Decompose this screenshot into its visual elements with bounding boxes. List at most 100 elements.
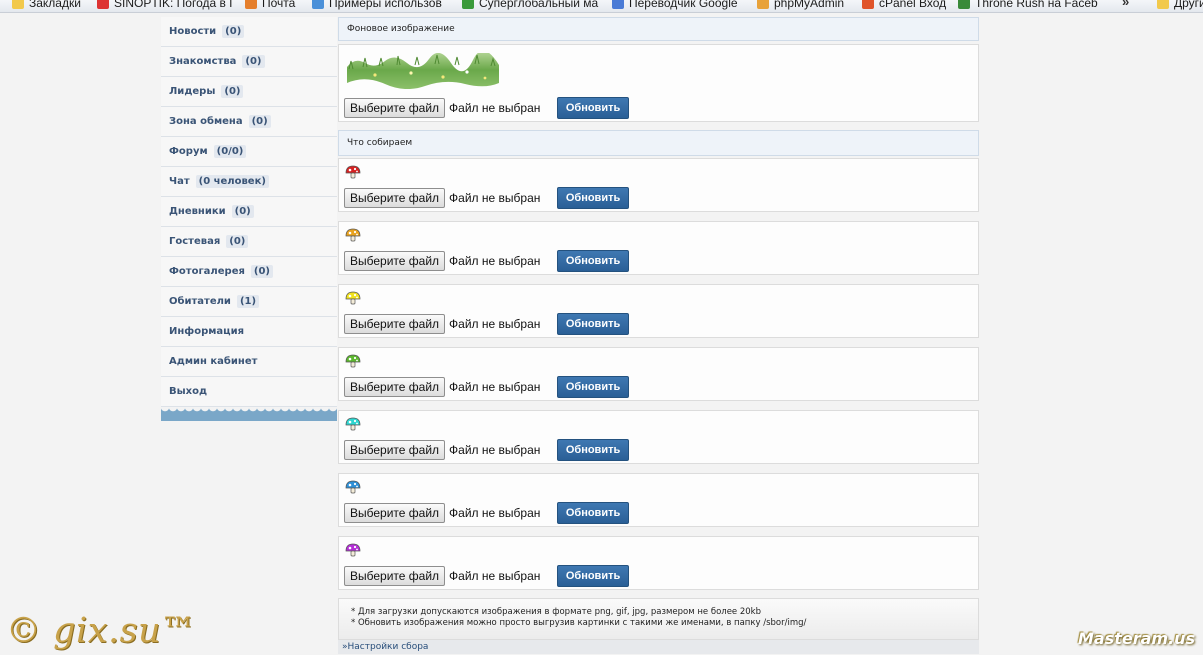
collect-items-list: Выберите файл Файл не выбран Обновить Выбер… — [338, 158, 979, 590]
cpanel-icon — [862, 0, 874, 9]
item-file-status: Файл не выбран — [449, 380, 541, 394]
update-background-button[interactable]: Обновить — [557, 97, 630, 119]
update-item-button[interactable]: Обновить — [557, 187, 630, 209]
choose-item-file-button[interactable]: Выберите файл — [344, 503, 446, 523]
collect-item-panel: Выберите файл Файл не выбран Обновить — [338, 347, 979, 401]
update-item-button[interactable]: Обновить — [557, 376, 630, 398]
bookmark-label: Примеры использов — [329, 0, 442, 10]
sidebar-wave-decoration — [161, 407, 337, 421]
bookmark-label: phpMyAdmin — [774, 0, 845, 10]
mushroom-icon — [345, 291, 361, 305]
update-item-button[interactable]: Обновить — [557, 313, 630, 335]
sidebar-item[interactable]: Форум (0/0) — [161, 137, 337, 167]
bookmark-item[interactable]: Суперглобальный ма — [462, 0, 598, 11]
sidebar-item-count: (0) — [231, 205, 254, 218]
sidebar-item-label: Выход — [169, 386, 208, 397]
sidebar-item[interactable]: Обитатели (1) — [161, 287, 337, 317]
sidebar-item[interactable]: Дневники (0) — [161, 197, 337, 227]
translate-icon — [612, 0, 624, 9]
bookmarks-bar: Другие Throne Rush на Faceb cPanel Вход php… — [0, 0, 1203, 13]
item-file-status: Файл не выбран — [449, 569, 541, 583]
update-item-button[interactable]: Обновить — [557, 502, 630, 524]
sidebar-item[interactable]: Информация — [161, 317, 337, 347]
item-file-status: Файл не выбран — [449, 191, 541, 205]
bookmark-item[interactable]: Throne Rush на Faceb — [958, 0, 1098, 11]
item-file-status: Файл не выбран — [449, 317, 541, 331]
main-content: Фоновое изображение Выберите файл Файл н… — [338, 17, 979, 654]
sidebar-item-count: (0/0) — [213, 145, 247, 158]
sidebar-item-label: Чат — [169, 176, 190, 187]
sidebar-item-label: Новости — [169, 26, 217, 37]
sidebar-item-label: Админ кабинет — [169, 356, 258, 367]
choose-item-file-button[interactable]: Выберите файл — [344, 566, 446, 586]
background-upload-panel: Выберите файл Файл не выбран Обновить — [338, 44, 979, 122]
background-preview-image — [347, 53, 499, 89]
bookmark-item[interactable]: SINOPTIK: Погода в Г — [97, 0, 236, 11]
w-icon — [312, 0, 324, 9]
background-section-title: Фоновое изображение — [338, 17, 979, 41]
bookmark-item[interactable]: phpMyAdmin — [757, 0, 844, 11]
mushroom-icon — [345, 228, 361, 242]
bookmark-item[interactable]: Закладки — [12, 0, 81, 11]
sidebar-item[interactable]: Фотогалерея (0) — [161, 257, 337, 287]
watermark-text: © gix.su™ — [6, 611, 197, 651]
update-item-button[interactable]: Обновить — [557, 439, 630, 461]
bookmark-label: Throne Rush на Faceb — [975, 0, 1098, 10]
bookmark-label: Переводчик Google — [629, 0, 738, 10]
bookmark-label: Суперглобальный ма — [479, 0, 599, 10]
sidebar-item[interactable]: Гостевая (0) — [161, 227, 337, 257]
mushroom-icon — [345, 417, 361, 431]
sidebar-item-label: Гостевая — [169, 236, 221, 247]
choose-item-file-button[interactable]: Выберите файл — [344, 440, 446, 460]
bookmark-label: Почта — [262, 0, 296, 10]
sidebar-item-count: (0) — [222, 25, 245, 38]
bookmark-item[interactable]: Другие — [1157, 0, 1203, 11]
choose-item-file-button[interactable]: Выберите файл — [344, 377, 446, 397]
choose-item-file-button[interactable]: Выберите файл — [344, 251, 446, 271]
mushroom-icon — [345, 480, 361, 494]
check-icon — [462, 0, 474, 9]
sidebar-item[interactable]: Выход — [161, 377, 337, 407]
bookmarks-more-button[interactable]: » — [1122, 0, 1129, 9]
collect-item-panel: Выберите файл Файл не выбран Обновить — [338, 158, 979, 212]
choose-background-file-button[interactable]: Выберите файл — [344, 98, 446, 118]
item-file-status: Файл не выбран — [449, 443, 541, 457]
thermometer-icon — [97, 0, 109, 9]
folder-icon — [12, 0, 24, 9]
sidebar-item-count: (0) — [248, 115, 271, 128]
upload-note-replace: * Обновить изображения можно просто выгр… — [351, 618, 807, 628]
choose-item-file-button[interactable]: Выберите файл — [344, 314, 446, 334]
sidebar-item[interactable]: Лидеры (0) — [161, 77, 337, 107]
bookmark-item[interactable]: cPanel Вход — [862, 0, 946, 11]
sidebar-item-label: Обитатели — [169, 296, 231, 307]
sidebar-item-count: (0) — [242, 55, 265, 68]
sidebar-item[interactable]: Админ кабинет — [161, 347, 337, 377]
bookmark-label: cPanel Вход — [879, 0, 947, 10]
sidebar-item[interactable]: Чат (0 человек) — [161, 167, 337, 197]
sidebar-item-count: (0) — [226, 235, 249, 248]
item-file-status: Файл не выбран — [449, 506, 541, 520]
bookmark-label: Закладки — [29, 0, 81, 10]
bookmark-item[interactable]: Примеры использов — [312, 0, 442, 11]
masteram-logo: Masteram.us — [1078, 628, 1196, 648]
background-file-status: Файл не выбран — [449, 101, 541, 115]
sidebar-item-count: (0 человек) — [195, 175, 269, 188]
bookmark-item[interactable]: Почта — [245, 0, 295, 11]
choose-item-file-button[interactable]: Выберите файл — [344, 188, 446, 208]
sidebar-item[interactable]: Зона обмена (0) — [161, 107, 337, 137]
collect-item-panel: Выберите файл Файл не выбран Обновить — [338, 536, 979, 590]
upload-note-format: * Для загрузки допускаются изображения в… — [351, 607, 761, 617]
update-item-button[interactable]: Обновить — [557, 565, 630, 587]
sidebar-item-label: Знакомства — [169, 56, 237, 67]
update-item-button[interactable]: Обновить — [557, 250, 630, 272]
sidebar-item[interactable]: Новости (0) — [161, 17, 337, 47]
sidebar-item[interactable]: Знакомства (0) — [161, 47, 337, 77]
sidebar-item-label: Форум — [169, 146, 208, 157]
sidebar-item-label: Фотогалерея — [169, 266, 245, 277]
sidebar-item-count: (1) — [236, 295, 260, 308]
bookmark-item[interactable]: Переводчик Google — [612, 0, 738, 11]
collect-section-title: Что собираем — [338, 130, 979, 156]
sidebar-item-count: (0) — [221, 85, 244, 98]
sidebar-menu: Новости (0) Знакомства (0) Лидеры (0) Зона обм… — [161, 17, 337, 421]
collect-settings-link[interactable]: »Настройки сбора — [338, 640, 979, 654]
